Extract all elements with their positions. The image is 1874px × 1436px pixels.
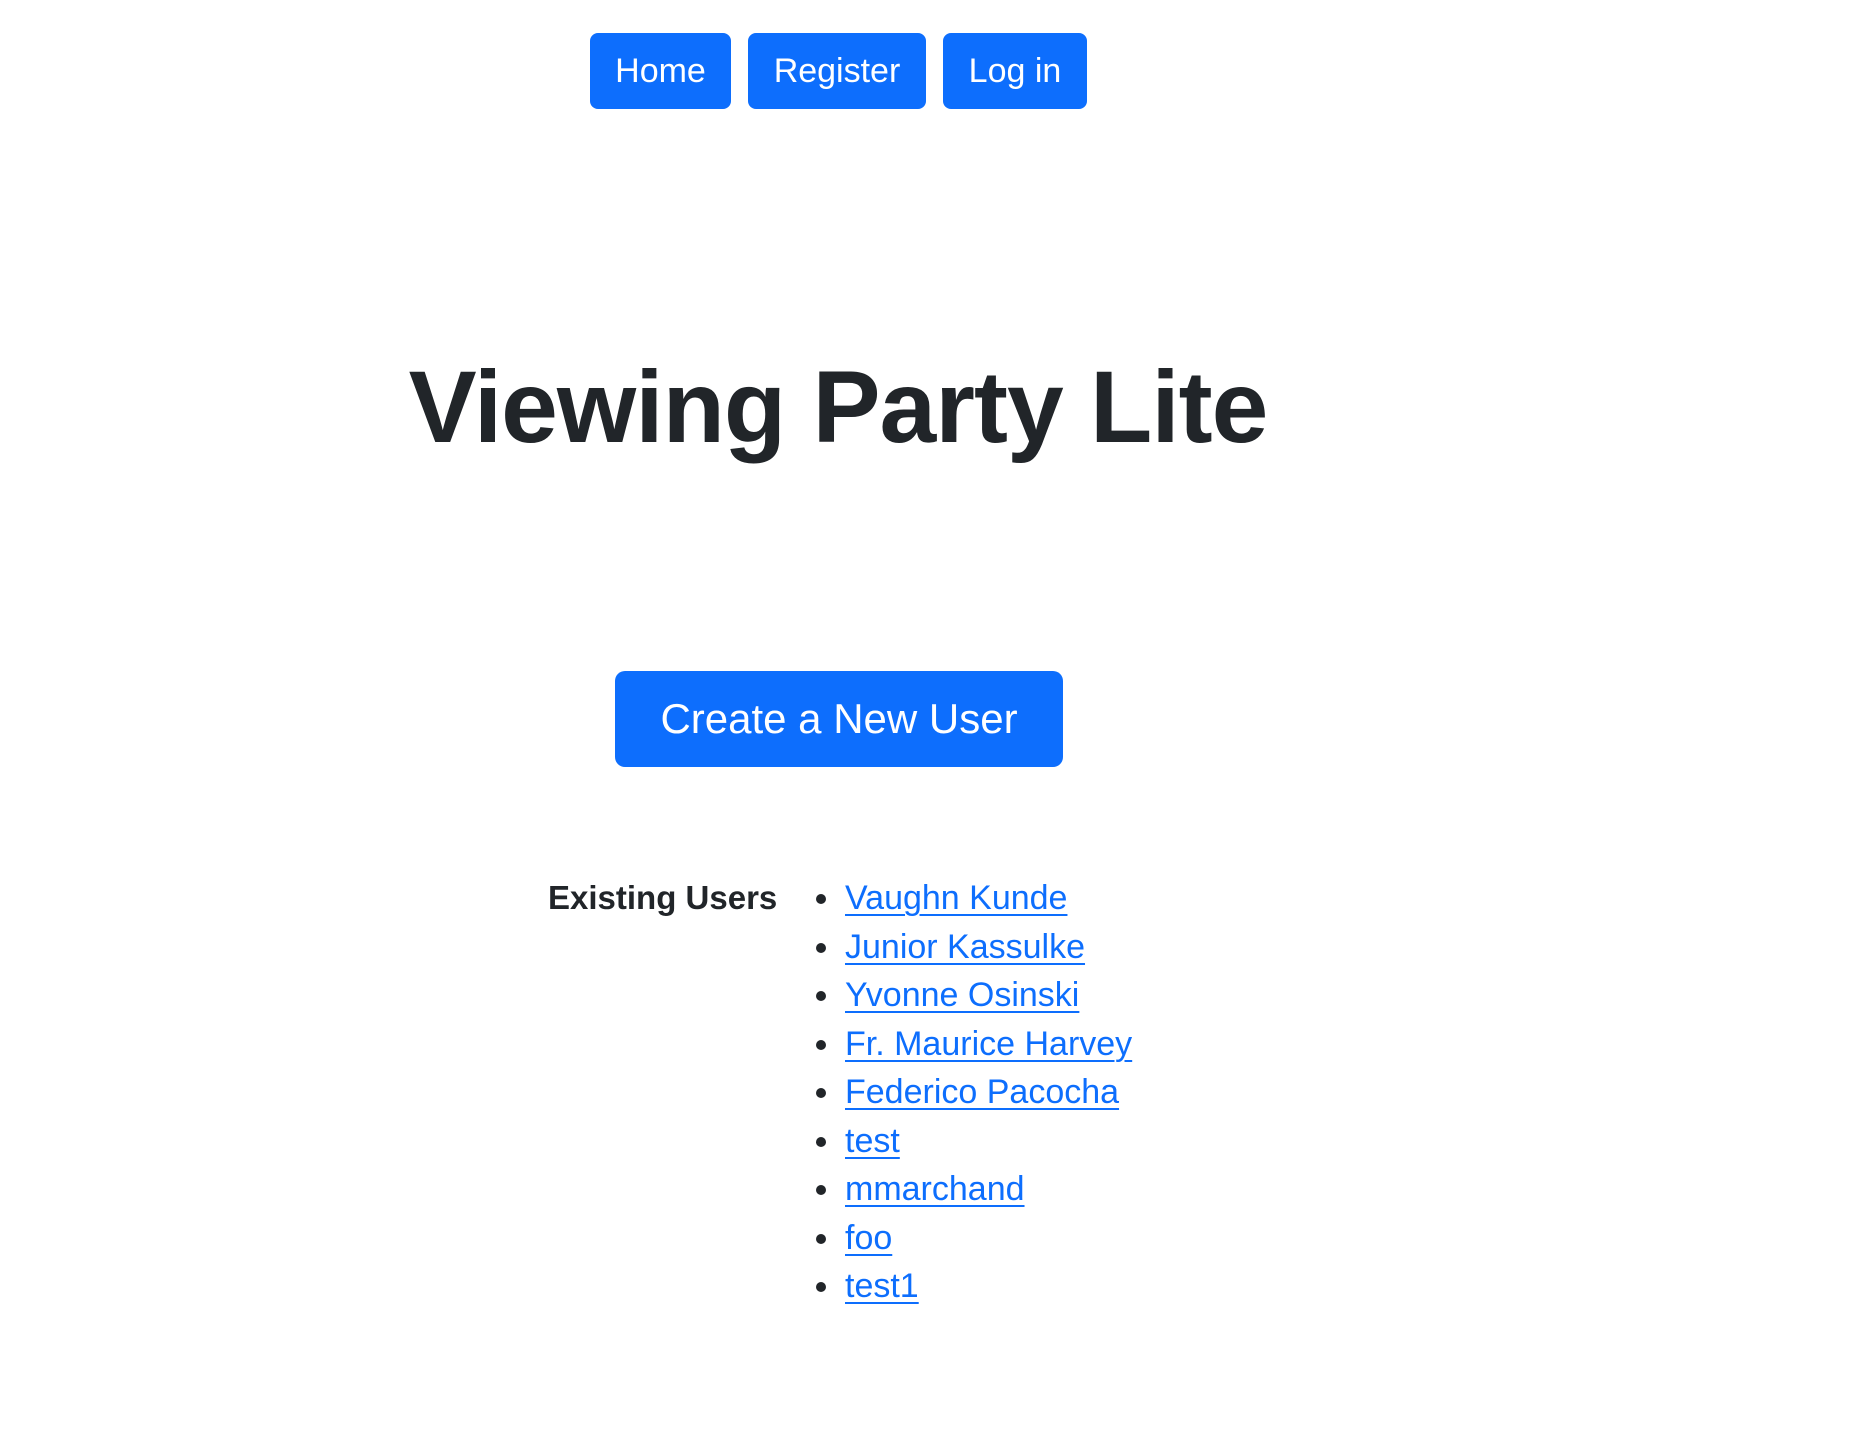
- list-item: test: [816, 1117, 1132, 1166]
- existing-users-heading: Existing Users: [548, 879, 778, 916]
- user-link[interactable]: Fr. Maurice Harvey: [845, 1025, 1132, 1063]
- user-link[interactable]: test1: [845, 1267, 919, 1305]
- list-item: test1: [816, 1262, 1132, 1311]
- bullet-icon: [816, 1233, 826, 1244]
- existing-users-list: Vaughn Kunde Junior Kassulke Yvonne Osin…: [816, 874, 1132, 1311]
- bullet-icon: [816, 991, 826, 1001]
- login-button[interactable]: Log in: [943, 33, 1087, 109]
- create-new-user-button[interactable]: Create a New User: [615, 671, 1063, 767]
- bullet-icon: [816, 1282, 826, 1292]
- user-link[interactable]: foo: [845, 1219, 892, 1257]
- list-item: Federico Pacocha: [816, 1068, 1132, 1117]
- bullet-icon: [816, 942, 826, 953]
- user-link[interactable]: Vaughn Kunde: [845, 879, 1067, 917]
- list-item: mmarchand: [816, 1165, 1132, 1214]
- user-link[interactable]: Federico Pacocha: [845, 1073, 1119, 1111]
- bullet-icon: [816, 1088, 826, 1098]
- list-item: Vaughn Kunde: [816, 874, 1132, 923]
- list-item: foo: [816, 1214, 1132, 1263]
- bullet-icon: [816, 894, 826, 904]
- page-title: Viewing Party Lite: [408, 350, 1269, 464]
- list-item: Junior Kassulke: [816, 923, 1132, 972]
- user-link[interactable]: Junior Kassulke: [845, 928, 1085, 966]
- bullet-icon: [816, 1185, 826, 1195]
- bullet-icon: [816, 1136, 826, 1147]
- list-item: Fr. Maurice Harvey: [816, 1020, 1132, 1069]
- list-item: Yvonne Osinski: [816, 971, 1132, 1020]
- register-button[interactable]: Register: [748, 33, 926, 109]
- user-link[interactable]: mmarchand: [845, 1170, 1025, 1208]
- user-link[interactable]: test: [845, 1122, 900, 1160]
- home-button[interactable]: Home: [590, 33, 731, 109]
- user-link[interactable]: Yvonne Osinski: [845, 976, 1079, 1014]
- bullet-icon: [816, 1039, 826, 1050]
